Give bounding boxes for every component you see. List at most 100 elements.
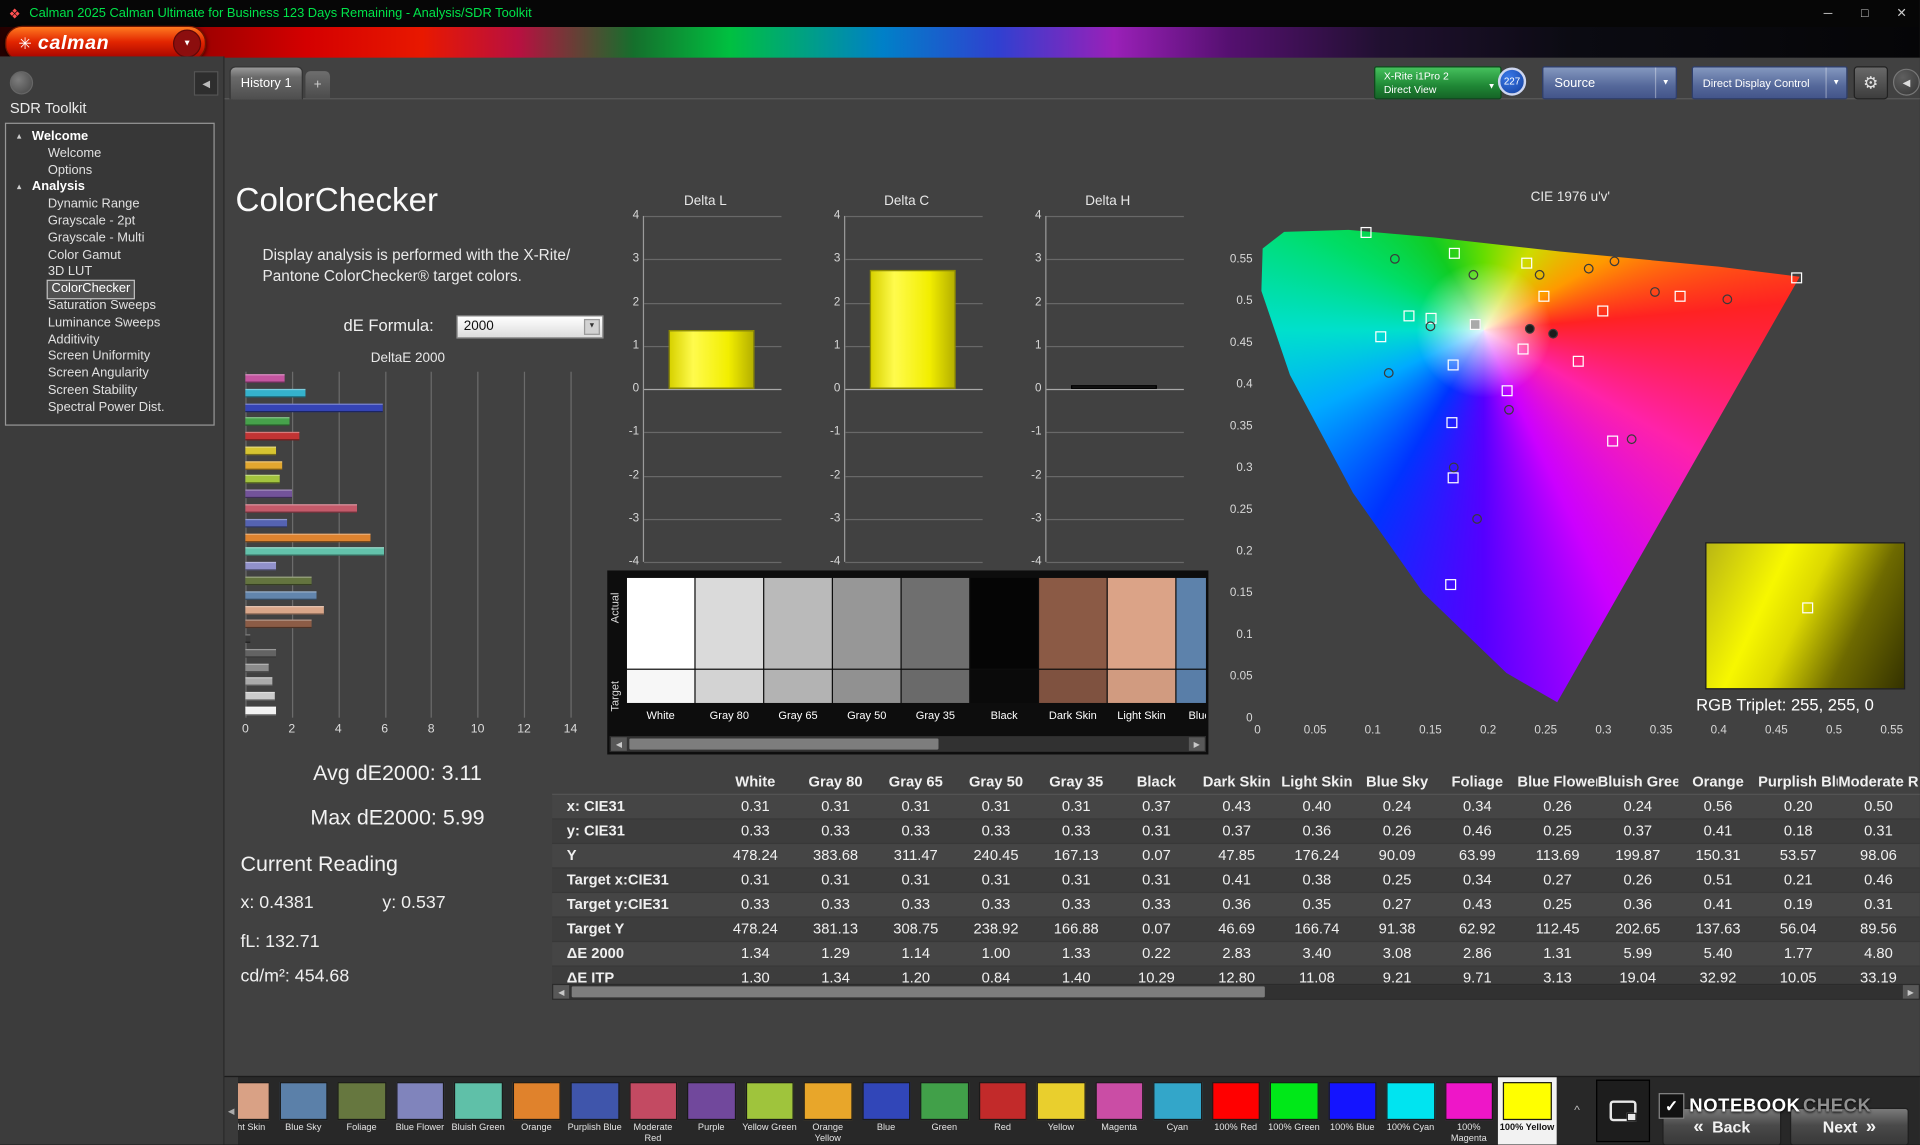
- axis-tick-label: -4: [628, 554, 640, 569]
- patch-button-light-skin[interactable]: Light Skin: [237, 1077, 274, 1144]
- source-dropdown[interactable]: Source ▼: [1542, 66, 1678, 100]
- display-control-label: Direct Display Control: [1702, 76, 1810, 89]
- cie-measured-marker: [1626, 434, 1636, 445]
- table-cell: 0.31: [901, 871, 931, 889]
- patch-button-moderate-red[interactable]: Moderate Red: [624, 1077, 682, 1144]
- axis-tick-label: -2: [628, 468, 640, 482]
- axis-tick-label: 0: [833, 381, 841, 396]
- scroll-right-button[interactable]: ▶: [1902, 985, 1919, 999]
- sidebar-item-additivity[interactable]: Additivity: [6, 332, 213, 349]
- delta-l-title: Delta L: [684, 193, 727, 209]
- table-cell: 0.19: [1783, 895, 1813, 913]
- patch-button-magenta[interactable]: Magenta: [1090, 1077, 1148, 1144]
- table-cell: 478.24: [732, 846, 778, 864]
- patch-button-yellow[interactable]: Yellow: [1032, 1077, 1090, 1144]
- deltae2000-chart: [245, 371, 572, 718]
- table-cell: 0.31: [821, 871, 850, 889]
- cie-target-marker: [1402, 310, 1415, 322]
- table-cell: 0.33: [901, 895, 931, 913]
- patch-button-blue-flower[interactable]: Blue Flower: [391, 1077, 449, 1144]
- close-button[interactable]: ✕: [1883, 0, 1920, 27]
- avg-de2000: Avg dE2000: 3.11: [313, 760, 482, 786]
- table-scrollbar[interactable]: ◀ ▶: [552, 983, 1920, 1000]
- sidebar-item-dynamic-range[interactable]: Dynamic Range: [6, 197, 213, 214]
- logo-dropdown-button[interactable]: ▼: [172, 29, 202, 58]
- axis-tick-label: 0.25: [1534, 723, 1558, 738]
- scroll-track[interactable]: [626, 737, 1189, 751]
- table-cell: 3.08: [1382, 944, 1412, 962]
- patch-button-green[interactable]: Green: [915, 1077, 973, 1144]
- sidebar-item-colorchecker[interactable]: ColorChecker: [6, 279, 213, 300]
- scroll-thumb[interactable]: [629, 738, 939, 750]
- patch-button-foliage[interactable]: Foliage: [332, 1077, 390, 1144]
- deltae-bar-row: [245, 446, 570, 456]
- settings-gear-button[interactable]: ⚙: [1853, 66, 1889, 100]
- de-formula-select[interactable]: 2000 ▼: [456, 315, 604, 339]
- back-button[interactable]: « Back: [1662, 1107, 1782, 1145]
- sidebar-item-luminance-sweeps[interactable]: Luminance Sweeps: [6, 315, 213, 332]
- patch-button-100-magenta[interactable]: 100% Magenta: [1440, 1077, 1498, 1144]
- collapse-right-panel-button[interactable]: ◀: [1892, 68, 1920, 96]
- scroll-thumb[interactable]: [571, 986, 1266, 998]
- meter-dropdown[interactable]: X-Rite i1Pro 2 Direct View ▼: [1374, 66, 1502, 100]
- patch-button-blue[interactable]: Blue: [857, 1077, 915, 1144]
- patch-button-purplish-blue[interactable]: Purplish Blue: [566, 1077, 624, 1144]
- patch-swatch: [861, 1082, 911, 1121]
- patch-button-100-yellow[interactable]: 100% Yellow: [1497, 1077, 1557, 1145]
- sidebar-home-button[interactable]: [9, 71, 34, 95]
- patch-button-orange[interactable]: Orange: [507, 1077, 565, 1144]
- patch-button-100-blue[interactable]: 100% Blue: [1323, 1077, 1381, 1144]
- sidebar-item-screen-angularity[interactable]: Screen Angularity: [6, 366, 213, 383]
- patch-button-label: 100% Red: [1214, 1121, 1258, 1133]
- description-line2: Pantone ColorChecker® target colors.: [262, 267, 522, 285]
- axis-tick-label: 0: [1035, 381, 1042, 396]
- sidebar-item-screen-uniformity[interactable]: Screen Uniformity: [6, 349, 213, 366]
- sidebar-item-welcome[interactable]: ▴ Welcome: [6, 129, 213, 146]
- sidebar-item-analysis[interactable]: ▴ Analysis: [6, 180, 213, 197]
- scroll-left-button[interactable]: ◀: [553, 985, 570, 999]
- tab-history-1[interactable]: History 1: [229, 66, 304, 100]
- sidebar-collapse-button[interactable]: ◀: [193, 71, 219, 96]
- patch-button-100-red[interactable]: 100% Red: [1207, 1077, 1265, 1144]
- patch-button-red[interactable]: Red: [973, 1077, 1031, 1144]
- cie-target-marker: [1501, 385, 1513, 397]
- display-control-dropdown[interactable]: Direct Display Control ▼: [1691, 66, 1848, 100]
- patch-button-bluish-green[interactable]: Bluish Green: [449, 1077, 507, 1144]
- patch-button-100-cyan[interactable]: 100% Cyan: [1381, 1077, 1439, 1144]
- scroll-left-button[interactable]: ◀: [610, 737, 627, 751]
- patch-swatch: [978, 1082, 1027, 1121]
- display-pattern-button[interactable]: [1595, 1079, 1650, 1143]
- minimize-button[interactable]: ─: [1810, 0, 1847, 27]
- table-cell: 1.14: [901, 944, 931, 962]
- table-cell: 0.33: [1061, 895, 1091, 913]
- table-cell: 150.31: [1695, 846, 1741, 864]
- next-button[interactable]: Next »: [1789, 1107, 1909, 1145]
- patch-button-100-green[interactable]: 100% Green: [1265, 1077, 1323, 1144]
- scroll-right-button[interactable]: ▶: [1188, 737, 1205, 751]
- add-tab-button[interactable]: +: [305, 71, 331, 99]
- sidebar-item-grayscale-2pt[interactable]: Grayscale - 2pt: [6, 213, 213, 230]
- patch-button-label: 100% Magenta: [1450, 1121, 1487, 1143]
- expand-patches-button[interactable]: ^: [1564, 1077, 1591, 1144]
- patch-button-yellow-green[interactable]: Yellow Green: [740, 1077, 798, 1144]
- sidebar-item-spectral-power-dist-[interactable]: Spectral Power Dist.: [6, 400, 213, 417]
- axis-tick-label: -4: [1031, 554, 1042, 569]
- patch-button-cyan[interactable]: Cyan: [1148, 1077, 1206, 1144]
- maximize-button[interactable]: □: [1846, 0, 1883, 27]
- sidebar-item-color-gamut[interactable]: Color Gamut: [6, 247, 213, 264]
- table-column-header: Gray 65: [888, 772, 943, 791]
- sidebar-item-welcome[interactable]: Welcome: [6, 146, 213, 163]
- patch-button-orange-yellow[interactable]: Orange Yellow: [799, 1077, 857, 1144]
- sidebar-item-saturation-sweeps[interactable]: Saturation Sweeps: [6, 298, 213, 315]
- table-column-header: Blue Sky: [1366, 772, 1429, 791]
- sidebar-item-3d-lut[interactable]: 3D LUT: [6, 264, 213, 281]
- patch-button-purple[interactable]: Purple: [682, 1077, 740, 1144]
- sidebar-item-options[interactable]: Options: [6, 163, 213, 180]
- swatch-scrollbar[interactable]: ◀ ▶: [609, 736, 1206, 753]
- scroll-track[interactable]: [569, 985, 1903, 999]
- patch-button-blue-sky[interactable]: Blue Sky: [274, 1077, 332, 1144]
- patch-scroll-left-button[interactable]: ◀: [224, 1077, 238, 1145]
- sidebar-item-grayscale-multi[interactable]: Grayscale - Multi: [6, 230, 213, 247]
- sidebar-item-screen-stability[interactable]: Screen Stability: [6, 383, 213, 400]
- deltaL-bar: [668, 330, 754, 389]
